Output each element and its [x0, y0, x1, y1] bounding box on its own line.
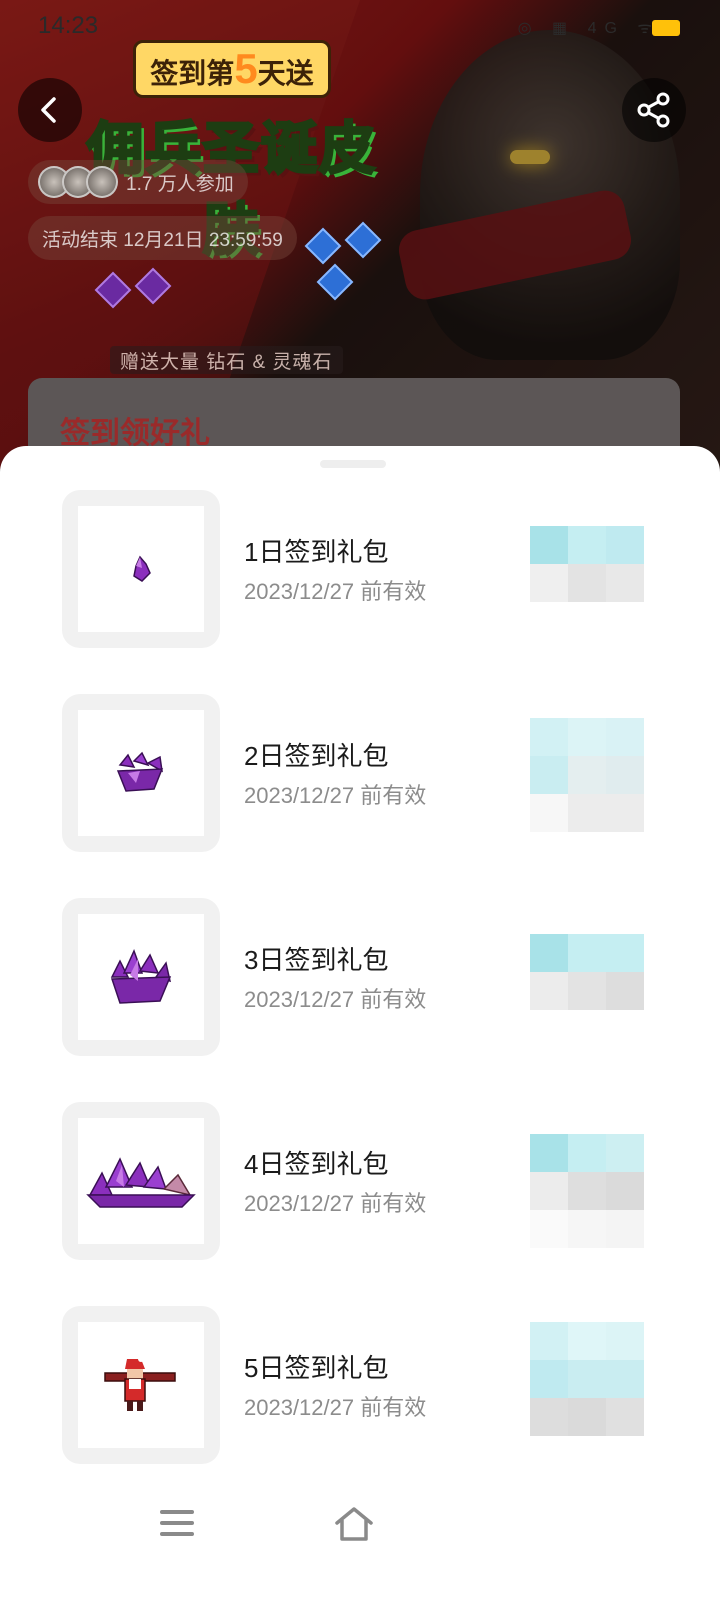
reward-title: 1日签到礼包 — [244, 537, 389, 567]
reward-validity: 2023/12/27 前有效 — [244, 579, 427, 604]
reward-validity: 2023/12/27 前有效 — [244, 987, 427, 1012]
back-button[interactable] — [18, 78, 82, 142]
avatar — [86, 166, 118, 198]
participant-avatars — [38, 166, 118, 198]
banner-caption: 赠送大量 钻石 & 灵魂石 — [110, 346, 343, 374]
participants-count: 1.7 万人参加 — [126, 173, 234, 195]
list-item[interactable]: 3日签到礼包 2023/12/27 前有效 — [0, 898, 720, 1058]
santa-mercenary-skin-icon — [104, 1356, 176, 1411]
menu-icon — [160, 1510, 194, 1514]
share-icon — [637, 92, 670, 128]
large-purple-crystal-icon — [110, 949, 172, 1004]
share-button[interactable] — [622, 78, 686, 142]
claim-status-blurred — [530, 718, 644, 832]
reward-title: 4日签到礼包 — [244, 1149, 389, 1179]
reward-thumbnail — [62, 1102, 220, 1260]
sheet-drag-handle[interactable] — [320, 460, 386, 468]
purple-crystal-cluster-icon — [116, 751, 164, 792]
rewards-sheet: 1日签到礼包 2023/12/27 前有效 2日签到礼包 2023/12/27 … — [0, 446, 720, 1600]
status-bar: 14:23 ◎ ▦ 4G ᯤ — [0, 0, 720, 60]
small-purple-crystal-icon — [133, 555, 151, 582]
list-item[interactable]: 4日签到礼包 2023/12/27 前有效 — [0, 1102, 720, 1262]
status-time: 14:23 — [38, 12, 99, 39]
claim-status-blurred — [530, 526, 644, 602]
menu-nav-button[interactable] — [160, 1510, 194, 1540]
home-icon — [335, 1507, 373, 1541]
list-item[interactable]: 5日签到礼包 2023/12/27 前有效 — [0, 1306, 720, 1466]
reward-validity: 2023/12/27 前有效 — [244, 783, 427, 808]
claim-status-blurred — [530, 1134, 644, 1248]
reward-thumbnail — [62, 1306, 220, 1464]
reward-thumbnail — [62, 694, 220, 852]
participants-badge: 1.7 万人参加 — [28, 160, 248, 204]
home-nav-button[interactable] — [334, 1506, 374, 1542]
list-item[interactable]: 2日签到礼包 2023/12/27 前有效 — [0, 694, 720, 854]
event-end-time: 活动结束 12月21日 23:59:59 — [28, 216, 297, 260]
reward-title: 3日签到礼包 — [244, 945, 389, 975]
list-item[interactable]: 1日签到礼包 2023/12/27 前有效 — [0, 490, 720, 650]
reward-thumbnail — [62, 898, 220, 1056]
status-icons: ◎ ▦ 4G ᯤ — [517, 20, 660, 37]
reward-title: 5日签到礼包 — [244, 1353, 389, 1383]
claim-status-blurred — [530, 1322, 644, 1436]
reward-title: 2日签到礼包 — [244, 741, 389, 771]
chevron-left-icon — [41, 97, 56, 123]
reward-validity: 2023/12/27 前有效 — [244, 1191, 427, 1216]
claim-status-blurred — [530, 934, 644, 1010]
gems-decoration — [94, 221, 400, 309]
reward-validity: 2023/12/27 前有效 — [244, 1395, 427, 1420]
purple-crystal-pile-icon — [86, 1157, 196, 1208]
reward-thumbnail — [62, 490, 220, 648]
battery-icon — [652, 20, 680, 36]
